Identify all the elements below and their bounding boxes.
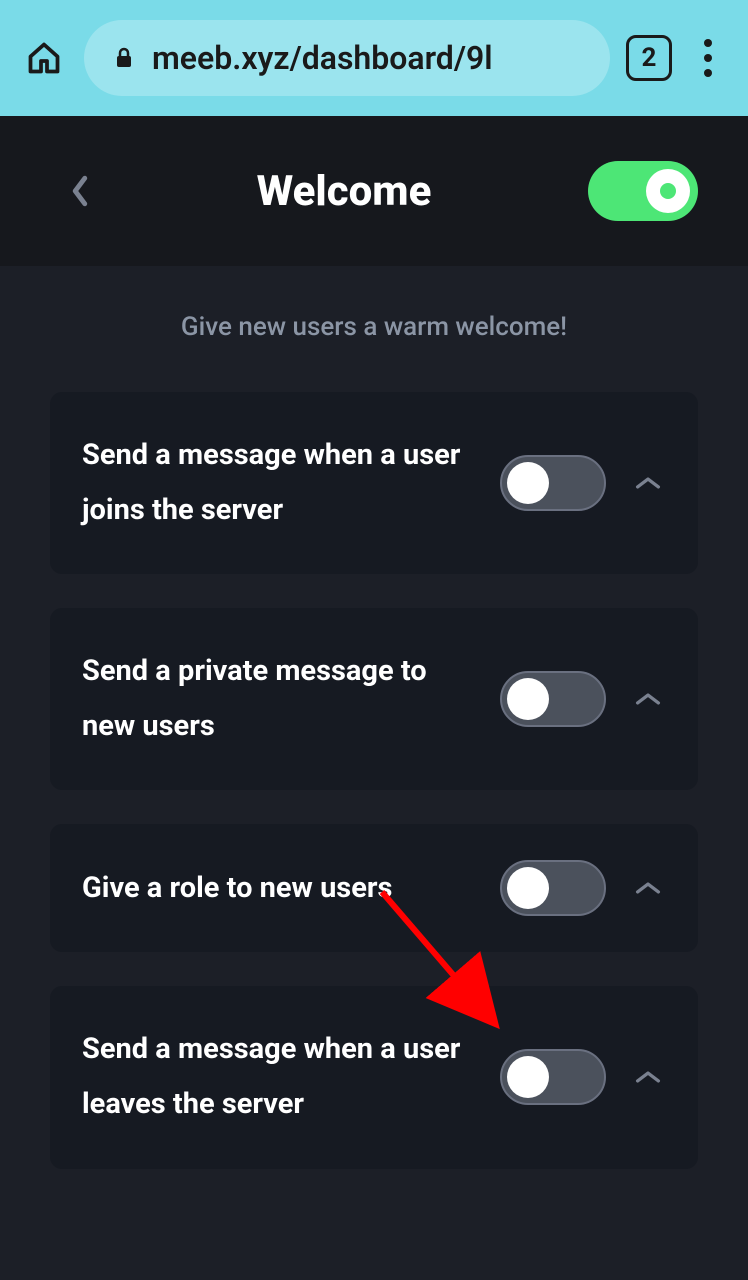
toggle-give-role[interactable] [500,860,606,916]
toggle-private-message[interactable] [500,671,606,727]
chevron-up-icon [635,880,661,896]
card-give-role: Give a role to new users [50,824,698,952]
content-area: Give new users a warm welcome! Send a me… [0,266,748,1280]
page-title: Welcome [257,167,432,216]
home-icon [26,40,62,76]
expand-button[interactable] [630,681,666,717]
tab-count-button[interactable]: 2 [626,35,672,81]
toggle-leave-message[interactable] [500,1049,606,1105]
browser-bar: meeb.xyz/dashboard/9l 2 [0,0,748,116]
card-label: Give a role to new users [82,861,476,916]
expand-button[interactable] [630,1059,666,1095]
subtitle: Give new users a warm welcome! [50,312,698,342]
toggle-knob [507,867,549,909]
back-button[interactable] [60,171,100,211]
expand-button[interactable] [630,465,666,501]
url-text: meeb.xyz/dashboard/9l [152,39,493,77]
url-bar[interactable]: meeb.xyz/dashboard/9l [84,20,610,96]
chevron-left-icon [70,175,90,207]
chevron-up-icon [635,1069,661,1085]
card-label: Send a private message to new users [82,644,476,754]
toggle-knob [646,169,690,213]
card-label: Send a message when a user joins the ser… [82,428,476,538]
page-header: Welcome [0,116,748,266]
toggle-knob [507,1056,549,1098]
toggle-join-message[interactable] [500,455,606,511]
card-join-message: Send a message when a user joins the ser… [50,392,698,574]
chevron-up-icon [635,475,661,491]
master-toggle[interactable] [588,161,698,221]
menu-button[interactable] [688,35,728,81]
tab-count-value: 2 [642,43,657,73]
chevron-up-icon [635,691,661,707]
card-label: Send a message when a user leaves the se… [82,1022,476,1132]
toggle-knob [507,462,549,504]
lock-icon [112,44,136,72]
home-button[interactable] [20,34,68,82]
expand-button[interactable] [630,870,666,906]
card-private-message: Send a private message to new users [50,608,698,790]
toggle-knob [507,678,549,720]
card-leave-message: Send a message when a user leaves the se… [50,986,698,1168]
